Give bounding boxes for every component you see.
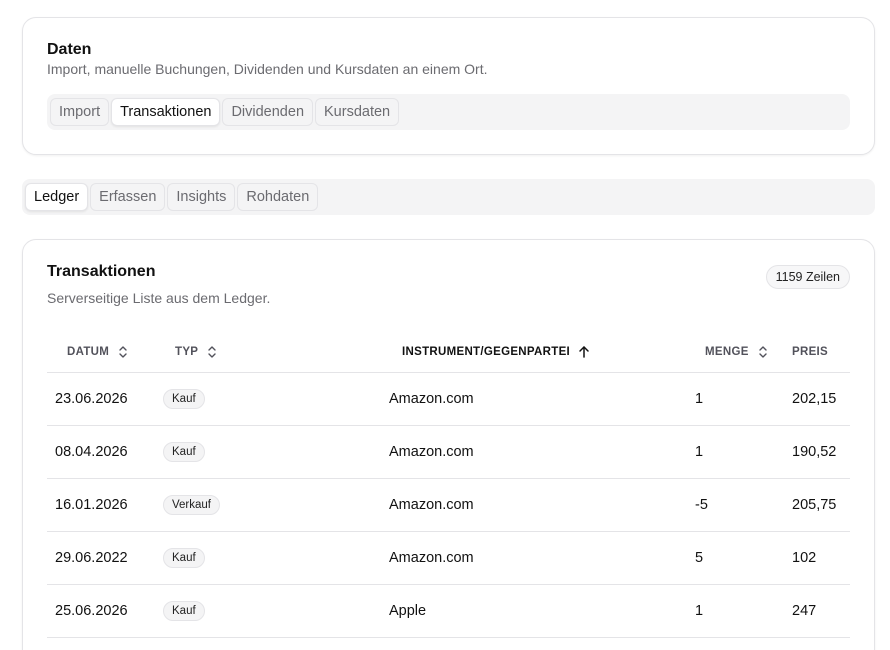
- type-badge: Kauf: [163, 600, 205, 621]
- table-row[interactable]: 16.01.2026 Verkauf Amazon.com -5 205,75: [47, 478, 850, 532]
- type-badge: Kauf: [163, 547, 205, 568]
- tab-insights[interactable]: Insights: [167, 183, 236, 211]
- transactions-subtitle: Serverseitige Liste aus dem Ledger.: [47, 290, 271, 306]
- arrow-up-icon[interactable]: [578, 345, 590, 359]
- cell-instrument: Apple: [382, 584, 685, 638]
- cell-typ: Verkauf: [155, 478, 382, 532]
- table-row[interactable]: 25.06.2026 Kauf Apple 1 247: [47, 584, 850, 638]
- ledger-tabbar: Ledger Erfassen Insights Rohdaten: [22, 179, 875, 215]
- cell-menge: 1: [685, 372, 792, 426]
- chevrons-up-down-icon[interactable]: [117, 345, 129, 359]
- transactions-table: DATUM TYP INSTRUMENT/GEGENPARTEI MENGE P…: [47, 332, 850, 638]
- cell-instrument: Amazon.com: [382, 425, 685, 479]
- column-label-instrument: INSTRUMENT/GEGENPARTEI: [402, 345, 571, 358]
- transactions-title: Transaktionen: [47, 263, 156, 280]
- column-label-typ: TYP: [175, 345, 199, 358]
- tab-erfassen[interactable]: Erfassen: [90, 183, 166, 211]
- column-label-menge: MENGE: [705, 345, 749, 358]
- cell-menge: 5: [685, 531, 792, 585]
- tab-import[interactable]: Import: [50, 98, 110, 126]
- cell-preis: 190,52: [792, 425, 850, 479]
- tab-dividenden[interactable]: Dividenden: [222, 98, 314, 126]
- cell-datum: 08.04.2026: [47, 425, 155, 479]
- chevrons-up-down-icon[interactable]: [757, 345, 769, 359]
- cell-typ: Kauf: [155, 531, 382, 585]
- cell-menge: -5: [685, 478, 792, 532]
- transactions-card: Transaktionen Serverseitige Liste aus de…: [22, 239, 875, 650]
- daten-title: Daten: [47, 41, 92, 58]
- tab-kursdaten[interactable]: Kursdaten: [315, 98, 400, 126]
- cell-datum: 29.06.2022: [47, 531, 155, 585]
- cell-typ: Kauf: [155, 372, 382, 426]
- cell-datum: 23.06.2026: [47, 372, 155, 426]
- daten-subtitle: Import, manuelle Buchungen, Dividenden u…: [47, 61, 488, 77]
- daten-tabbar: Import Transaktionen Dividenden Kursdate…: [47, 94, 850, 130]
- row-count-badge: 1159 Zeilen: [765, 265, 850, 289]
- tab-transaktionen[interactable]: Transaktionen: [111, 98, 221, 126]
- cell-instrument: Amazon.com: [382, 478, 685, 532]
- cell-instrument: Amazon.com: [382, 372, 685, 426]
- tab-ledger[interactable]: Ledger: [25, 183, 89, 211]
- column-header-typ[interactable]: TYP: [155, 332, 382, 373]
- cell-preis: 205,75: [792, 478, 850, 532]
- table-row[interactable]: 29.06.2022 Kauf Amazon.com 5 102: [47, 531, 850, 585]
- cell-instrument: Amazon.com: [382, 531, 685, 585]
- table-header-row: DATUM TYP INSTRUMENT/GEGENPARTEI MENGE P…: [47, 332, 850, 373]
- cell-menge: 1: [685, 425, 792, 479]
- column-header-preis[interactable]: PREIS: [792, 332, 850, 373]
- column-label-datum: DATUM: [67, 345, 110, 358]
- cell-preis: 102: [792, 531, 850, 585]
- column-header-instrument[interactable]: INSTRUMENT/GEGENPARTEI: [382, 332, 685, 373]
- type-badge: Kauf: [163, 388, 205, 409]
- cell-typ: Kauf: [155, 425, 382, 479]
- cell-datum: 16.01.2026: [47, 478, 155, 532]
- cell-menge: 1: [685, 584, 792, 638]
- cell-typ: Kauf: [155, 584, 382, 638]
- table-row[interactable]: 23.06.2026 Kauf Amazon.com 1 202,15: [47, 372, 850, 426]
- table-row[interactable]: 08.04.2026 Kauf Amazon.com 1 190,52: [47, 425, 850, 479]
- type-badge: Kauf: [163, 441, 205, 462]
- cell-preis: 202,15: [792, 372, 850, 426]
- cell-preis: 247: [792, 584, 850, 638]
- daten-card: Daten Import, manuelle Buchungen, Divide…: [22, 17, 875, 155]
- column-header-datum[interactable]: DATUM: [47, 332, 155, 373]
- type-badge: Verkauf: [163, 494, 220, 515]
- column-label-preis: PREIS: [792, 345, 829, 358]
- tab-rohdaten[interactable]: Rohdaten: [237, 183, 319, 211]
- cell-datum: 25.06.2026: [47, 584, 155, 638]
- column-header-menge[interactable]: MENGE: [685, 332, 792, 373]
- chevrons-up-down-icon[interactable]: [206, 345, 218, 359]
